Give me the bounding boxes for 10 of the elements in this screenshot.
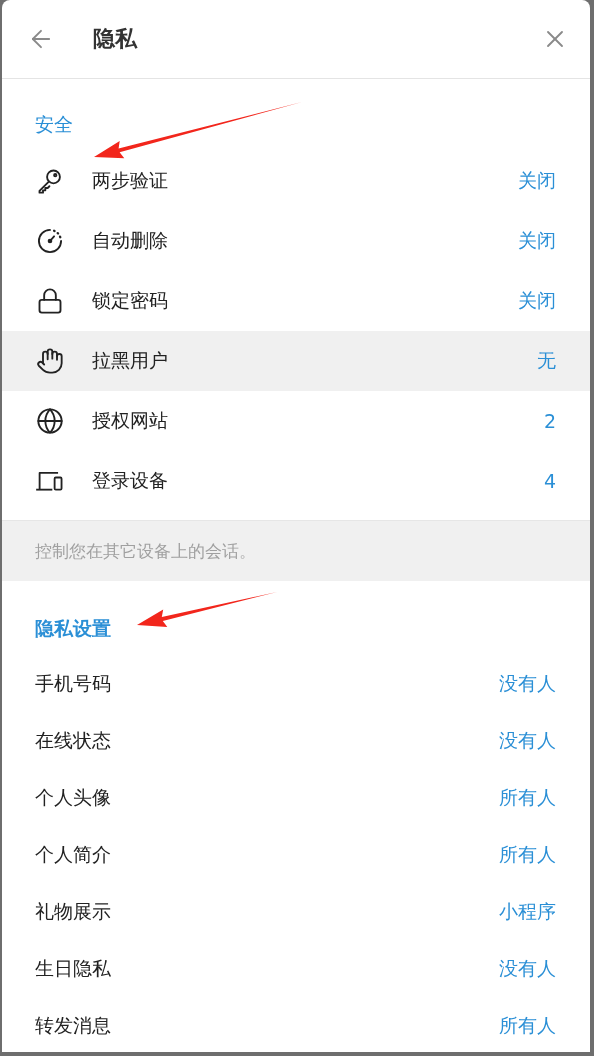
dialog-title: 隐私: [93, 25, 139, 53]
section-note: 控制您在其它设备上的会话。: [35, 539, 256, 563]
globe-icon: [36, 407, 64, 435]
key-icon: [36, 167, 64, 195]
settings-row-highlighted[interactable]: 拉黑用户 无: [2, 331, 590, 391]
section-title: 隐私设置: [35, 617, 111, 639]
hand-icon: [36, 347, 64, 375]
timer-icon: [36, 227, 64, 255]
lock-icon: [36, 287, 64, 315]
section-title: 安全: [35, 113, 73, 135]
